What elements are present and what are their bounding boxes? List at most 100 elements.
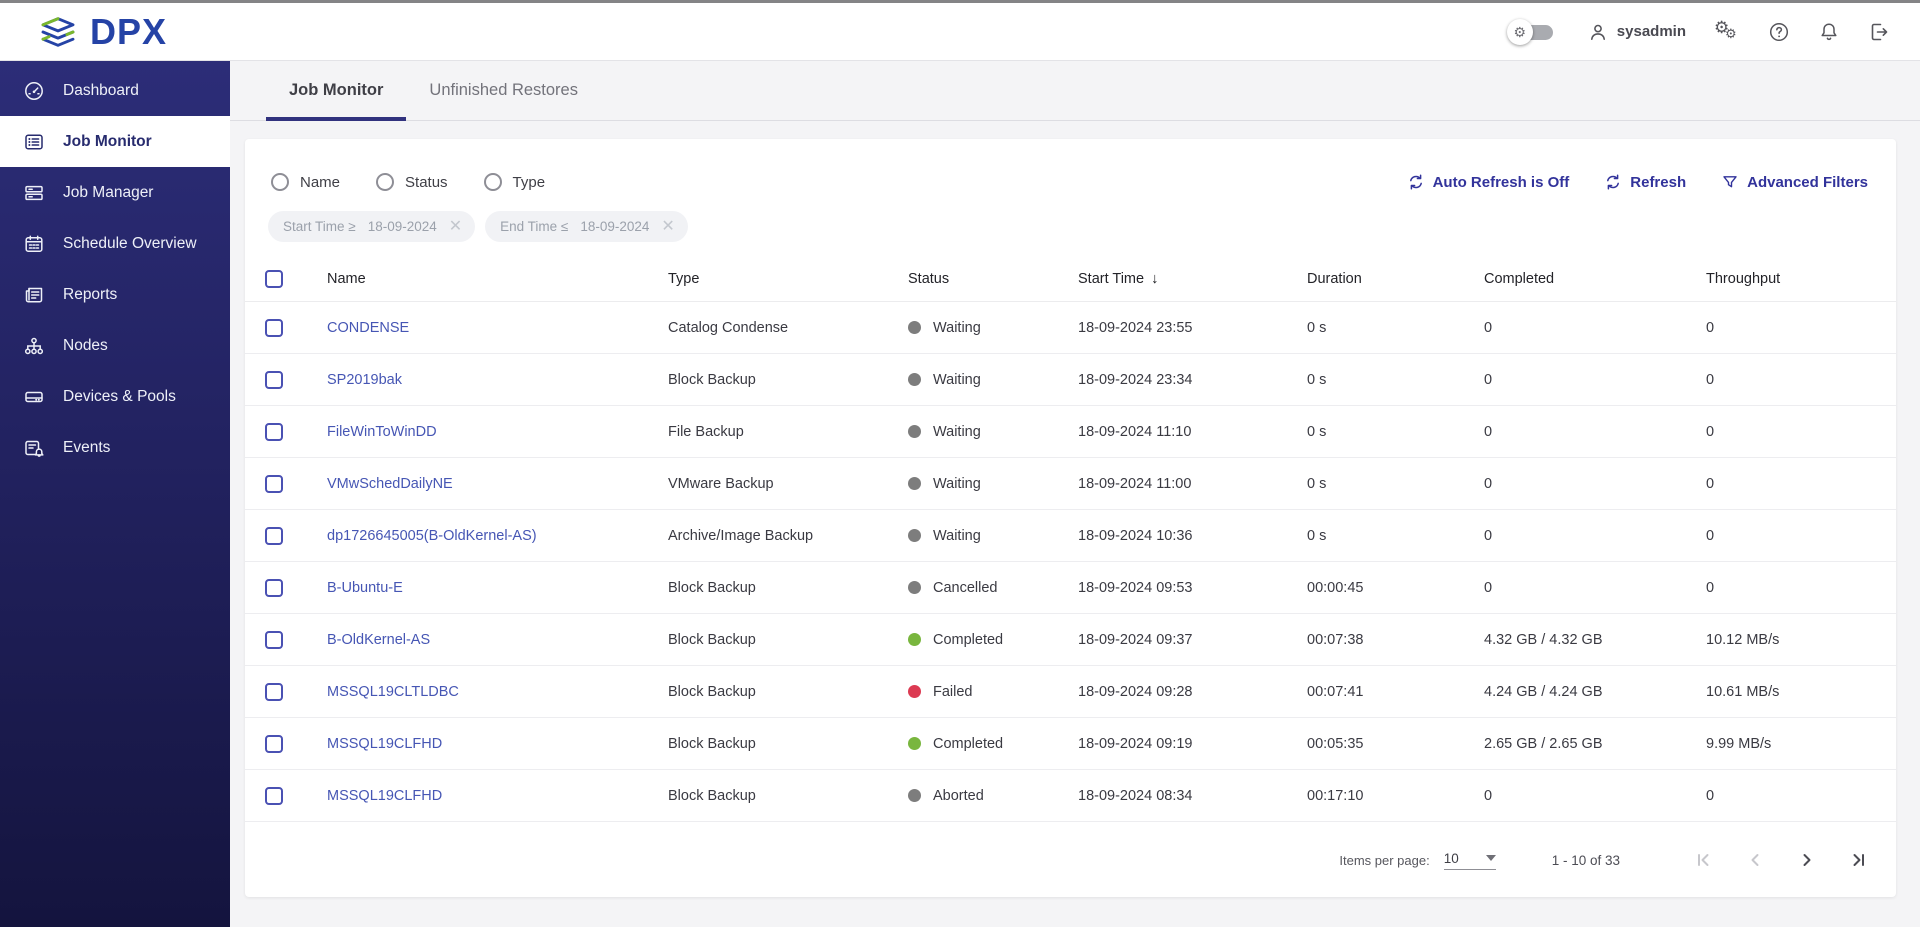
row-checkbox[interactable] [265, 474, 283, 493]
duration: 0 s [1307, 527, 1327, 544]
row-checkbox[interactable] [265, 734, 283, 753]
job-name-link[interactable]: MSSQL19CLTLDBC [327, 684, 459, 700]
completed: 4.32 GB / 4.32 GB [1484, 631, 1603, 648]
start-time: 18-09-2024 11:00 [1078, 475, 1192, 492]
start-time: 18-09-2024 23:55 [1078, 319, 1193, 336]
status-dot-icon [908, 425, 921, 438]
settings-gears-icon[interactable]: ⚙ ⚙ [1714, 18, 1740, 44]
radio-label: Name [300, 173, 341, 191]
job-name-link[interactable]: MSSQL19CLFHD [327, 736, 442, 752]
start-time: 18-09-2024 09:19 [1078, 735, 1193, 752]
tab-label: Unfinished Restores [429, 81, 578, 99]
duration: 0 s [1307, 475, 1327, 492]
radio-name[interactable]: Name [271, 173, 340, 191]
completed: 0 [1484, 319, 1493, 336]
column-header-name[interactable]: Name [327, 271, 668, 287]
refresh-icon [1605, 174, 1621, 190]
theme-toggle[interactable]: ⚙ [1506, 18, 1553, 45]
list-bell-icon [23, 437, 45, 459]
username: sysadmin [1616, 23, 1686, 40]
drive-icon [23, 386, 45, 408]
row-checkbox[interactable] [265, 422, 283, 441]
row-checkbox[interactable] [265, 578, 283, 597]
sidebar-item-job-monitor[interactable]: Job Monitor [0, 116, 230, 167]
gear-knob-icon: ⚙ [1506, 18, 1533, 45]
sidebar-item-devices-pools[interactable]: Devices & Pools [0, 371, 230, 422]
sidebar-item-events[interactable]: Events [0, 422, 230, 473]
job-name-link[interactable]: MSSQL19CLFHD [327, 788, 442, 804]
job-name-link[interactable]: CONDENSE [327, 320, 409, 336]
start-time: 18-09-2024 09:53 [1078, 579, 1193, 596]
table-row: MSSQL19CLFHD Block Backup Aborted 18-09-202… [245, 770, 1896, 822]
items-per-page-select[interactable]: 10 [1443, 851, 1496, 870]
column-header-completed[interactable]: Completed [1484, 271, 1706, 287]
advanced-filters-button[interactable]: Advanced Filters [1722, 174, 1868, 191]
row-checkbox[interactable] [265, 786, 283, 805]
list-icon [23, 131, 45, 153]
chip-value: 18-09-2024 [367, 219, 437, 234]
job-name-link[interactable]: dp1726645005(B-OldKernel-AS) [327, 528, 537, 544]
select-all-checkbox[interactable] [265, 269, 283, 288]
status-label: Waiting [933, 475, 981, 492]
sidebar-item-reports[interactable]: Reports [0, 269, 230, 320]
auto-refresh-is-off-button[interactable]: Auto Refresh is Off [1408, 174, 1569, 191]
status-dot-icon [908, 477, 921, 490]
throughput: 0 [1706, 371, 1715, 388]
logout-icon[interactable] [1868, 21, 1890, 43]
sort-desc-icon: ↓ [1151, 270, 1159, 287]
row-checkbox[interactable] [265, 526, 283, 545]
previous-page-icon[interactable] [1744, 849, 1766, 871]
status-dot-icon [908, 633, 921, 646]
refresh-button[interactable]: Refresh [1605, 174, 1686, 191]
gauge-icon [23, 80, 45, 102]
status-dot-icon [908, 373, 921, 386]
status-dot-icon [908, 737, 921, 750]
radio-status[interactable]: Status [376, 173, 448, 191]
sidebar-item-job-manager[interactable]: Job Manager [0, 167, 230, 218]
table-row: B-Ubuntu-E Block Backup Cancelled 18-09-202… [245, 562, 1896, 614]
row-checkbox[interactable] [265, 318, 283, 337]
sidebar-item-nodes[interactable]: Nodes [0, 320, 230, 371]
job-name-link[interactable]: FileWinToWinDD [327, 424, 437, 440]
radio-type[interactable]: Type [483, 173, 546, 191]
brand-name: DPX [90, 10, 168, 52]
row-checkbox[interactable] [265, 682, 283, 701]
column-header-status[interactable]: Status [908, 271, 1078, 287]
column-header-throughput[interactable]: Throughput [1706, 271, 1876, 287]
user-menu[interactable]: sysadmin [1587, 21, 1686, 43]
help-icon[interactable] [1768, 21, 1790, 43]
table-row: MSSQL19CLTLDBC Block Backup Failed 18-09-20… [245, 666, 1896, 718]
table-header-row: Name Type Status Start Time ↓ Duration Complet… [245, 256, 1896, 302]
row-checkbox[interactable] [265, 630, 283, 649]
job-name-link[interactable]: B-OldKernel-AS [327, 632, 430, 648]
duration: 0 s [1307, 423, 1327, 440]
row-checkbox[interactable] [265, 370, 283, 389]
job-type: File Backup [668, 423, 744, 440]
radio-label: Type [512, 173, 546, 191]
chip-close-icon[interactable]: ✕ [661, 218, 674, 235]
user-icon [1587, 21, 1609, 43]
sidebar-item-label: Job Monitor [63, 132, 152, 150]
status-dot-icon [908, 581, 921, 594]
next-page-icon[interactable] [1796, 849, 1818, 871]
calendar-icon [23, 233, 45, 255]
job-name-link[interactable]: SP2019bak [327, 372, 402, 388]
completed: 0 [1484, 475, 1493, 492]
column-header-duration[interactable]: Duration [1307, 271, 1484, 287]
throughput: 0 [1706, 579, 1715, 596]
notifications-bell-icon[interactable] [1818, 21, 1840, 43]
column-header-type[interactable]: Type [668, 271, 908, 287]
job-name-link[interactable]: B-Ubuntu-E [327, 580, 403, 596]
job-type: Block Backup [668, 631, 756, 648]
chip-close-icon[interactable]: ✕ [449, 218, 462, 235]
last-page-icon[interactable] [1848, 849, 1870, 871]
sidebar-item-schedule-overview[interactable]: Schedule Overview [0, 218, 230, 269]
first-page-icon[interactable] [1692, 849, 1714, 871]
tab-unfinished-restores[interactable]: Unfinished Restores [406, 61, 601, 120]
throughput: 0 [1706, 475, 1715, 492]
job-name-link[interactable]: VMwSchedDailyNE [327, 476, 453, 492]
column-header-start-time[interactable]: Start Time ↓ [1078, 271, 1307, 287]
tab-job-monitor[interactable]: Job Monitor [266, 61, 407, 121]
sidebar-item-dashboard[interactable]: Dashboard [0, 65, 230, 116]
dropdown-caret-icon [1485, 855, 1496, 861]
